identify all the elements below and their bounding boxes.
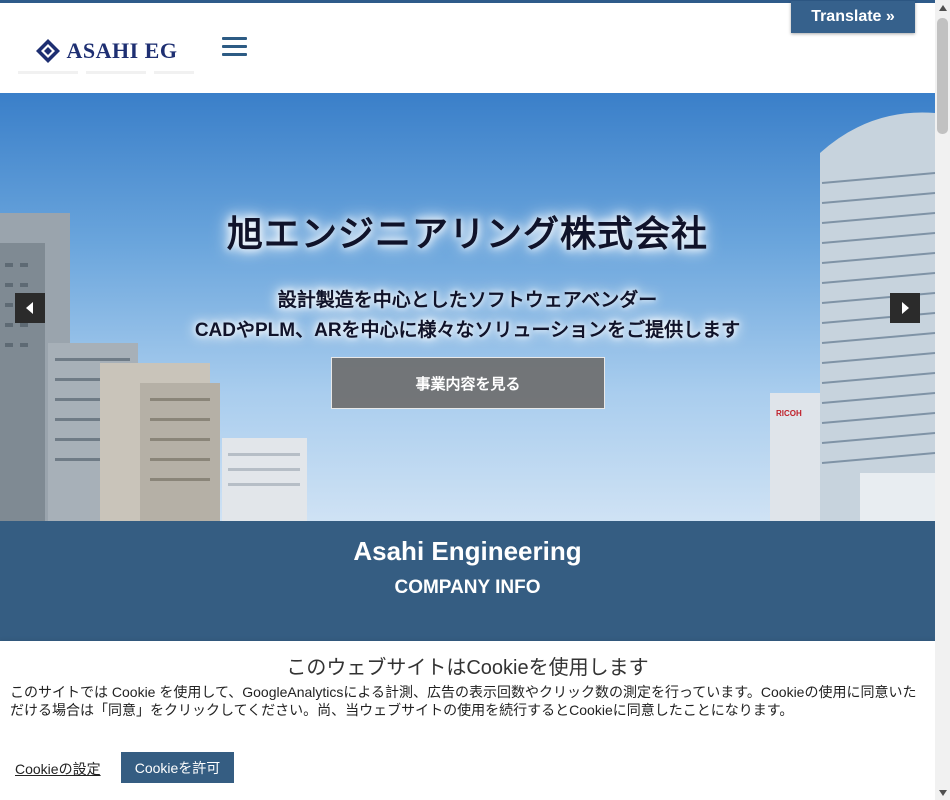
company-name: Asahi Engineering	[353, 536, 582, 566]
page-scrollbar[interactable]	[935, 0, 950, 800]
cookie-settings-link[interactable]: Cookieの設定	[15, 759, 101, 779]
logo-diamond-icon	[35, 39, 60, 63]
scrollbar-thumb[interactable]	[937, 18, 948, 134]
company-info-band: Asahi Engineering COMPANY INFO	[0, 521, 935, 641]
cookie-banner-title: このウェブサイトはCookieを使用します	[286, 657, 649, 679]
logo-underline	[18, 71, 194, 74]
hero-slider: RICOH 旭エンジニアリング株式会社 設計製造を中心としたソフトウェアベンダー…	[0, 93, 935, 521]
cookie-banner-text: このサイトでは Cookie を使用して、GoogleAnalyticsによる計…	[10, 684, 917, 718]
cookie-accept-button[interactable]: Cookieを許可	[121, 752, 234, 783]
slider-next-button[interactable]	[890, 293, 920, 323]
chevron-left-icon	[26, 302, 33, 314]
slider-prev-button[interactable]	[15, 293, 45, 323]
hamburger-menu-icon[interactable]	[222, 37, 248, 59]
view-business-button[interactable]: 事業内容を見る	[331, 357, 605, 409]
scroll-up-icon[interactable]	[935, 0, 950, 15]
translate-button[interactable]: Translate »	[791, 1, 915, 33]
hero-subtitle-line1: 設計製造を中心としたソフトウェアベンダー	[277, 290, 658, 311]
company-info-heading: COMPANY INFO	[394, 577, 541, 598]
cookie-banner: このウェブサイトはCookieを使用します このサイトでは Cookie を使用…	[0, 641, 935, 800]
chevron-right-icon	[902, 302, 909, 314]
scroll-down-icon[interactable]	[935, 785, 950, 800]
svg-text:RICOH: RICOH	[776, 409, 802, 418]
logo-text: ASAHI EG	[66, 38, 178, 63]
site-logo[interactable]: ASAHI EG	[18, 25, 194, 77]
hero-subtitle-line2: CADやPLM、ARを中心に様々なソリューションをご提供します	[194, 320, 741, 341]
hero-title: 旭エンジニアリング株式会社	[226, 213, 708, 254]
